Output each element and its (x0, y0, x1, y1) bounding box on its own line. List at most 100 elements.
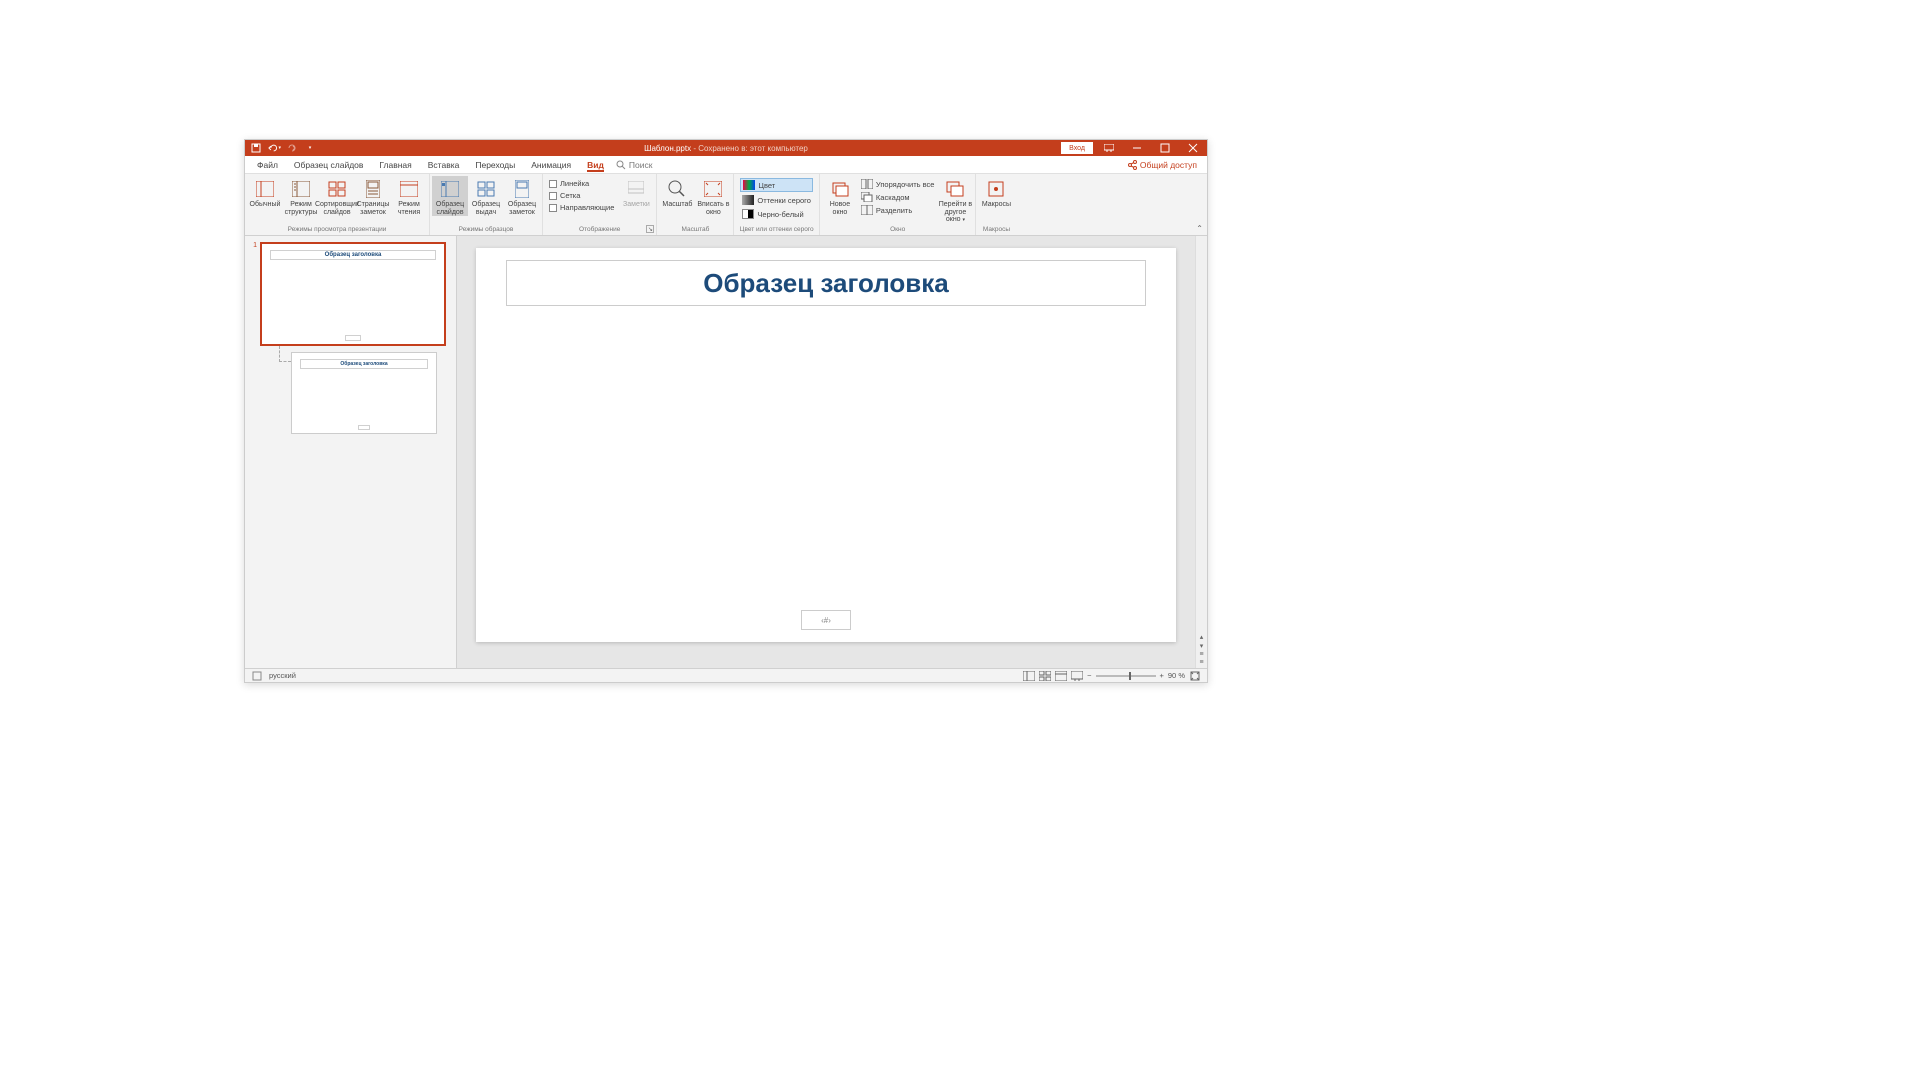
color-mode-button[interactable]: Цвет (740, 178, 813, 192)
ribbon-tabs: Файл Образец слайдов Главная Вставка Пер… (245, 156, 1207, 174)
arrange-all-button[interactable]: Упорядочить все (858, 178, 938, 190)
thumb-pagenum-box (345, 335, 361, 341)
save-icon[interactable] (249, 141, 263, 155)
thumb-title: Образец заголовка (270, 250, 436, 260)
show-dialog-launcher[interactable]: ↘ (646, 225, 654, 233)
tab-slide-master[interactable]: Образец слайдов (286, 156, 372, 173)
zoom-value[interactable]: 90 % (1168, 671, 1185, 680)
grayscale-mode-button[interactable]: Оттенки серого (740, 194, 813, 206)
handout-master-icon (477, 179, 495, 199)
arrange-all-icon (861, 179, 873, 189)
notes-page-icon (366, 179, 380, 199)
master-thumbnail[interactable]: Образец заголовка (260, 242, 446, 346)
cascade-icon (861, 192, 873, 202)
split-button[interactable]: Разделить (858, 204, 938, 216)
normal-view-status-icon[interactable] (1023, 671, 1035, 681)
fit-to-window-status-icon[interactable] (1189, 671, 1201, 681)
slide-editing-area[interactable]: Образец заголовка ‹#› (457, 236, 1195, 668)
sorter-view-status-icon[interactable] (1039, 671, 1051, 681)
search-box[interactable]: Поиск (612, 160, 653, 170)
layout-thumbnail[interactable]: Образец заголовка (291, 352, 437, 434)
ribbon: Обычный Режим структуры Сортировщик слай… (245, 174, 1207, 236)
vertical-scrollbar[interactable]: ▴ ▾ ≡ ≡ (1195, 236, 1207, 668)
next-slide-icon[interactable]: ≡ (1199, 659, 1203, 666)
share-button[interactable]: Общий доступ (1127, 160, 1203, 170)
bw-mode-button[interactable]: Черно-белый (740, 208, 813, 220)
minimize-button[interactable] (1123, 140, 1151, 156)
fit-window-icon (704, 179, 722, 199)
thumb-connector (279, 346, 291, 362)
group-label: Масштаб (659, 225, 731, 235)
thumbnail-panel[interactable]: 1 Образец заголовка Образец заголовка (245, 236, 457, 668)
display-options-icon[interactable] (1095, 140, 1123, 156)
reading-view-button[interactable]: Режим чтения (391, 176, 427, 216)
ruler-checkbox[interactable]: Линейка (549, 179, 614, 188)
prev-slide-icon[interactable]: ≡ (1199, 651, 1203, 658)
status-bar: русский − + 90 % (245, 668, 1207, 682)
tab-insert[interactable]: Вставка (420, 156, 468, 173)
group-label: Отображение (545, 225, 654, 235)
grid-checkbox[interactable]: Сетка (549, 191, 614, 200)
new-window-icon (831, 179, 849, 199)
cascade-button[interactable]: Каскадом (858, 191, 938, 203)
undo-icon[interactable]: ▾ (267, 141, 281, 155)
zoom-icon (668, 179, 686, 199)
slide-sorter-button[interactable]: Сортировщик слайдов (319, 176, 355, 216)
group-zoom: Масштаб Вписать в окно Масштаб (657, 174, 734, 235)
zoom-button[interactable]: Масштаб (659, 176, 695, 209)
search-placeholder: Поиск (629, 160, 653, 170)
handout-master-button[interactable]: Образец выдач (468, 176, 504, 216)
zoom-slider[interactable] (1096, 675, 1156, 677)
tab-view[interactable]: Вид (579, 156, 612, 173)
split-icon (861, 205, 873, 215)
tab-home[interactable]: Главная (371, 156, 419, 173)
spell-check-icon[interactable] (251, 671, 263, 681)
close-button[interactable] (1179, 140, 1207, 156)
tab-animations[interactable]: Анимация (523, 156, 579, 173)
filename: Шаблон.pptx (644, 144, 691, 153)
language-indicator[interactable]: русский (269, 671, 296, 680)
group-window: Новое окно Упорядочить все Каскадом Разд… (820, 174, 977, 235)
work-area: 1 Образец заголовка Образец заголовка Об… (245, 236, 1207, 668)
notes-page-button[interactable]: Страницы заметок (355, 176, 391, 216)
scroll-down-icon[interactable]: ▾ (1200, 642, 1204, 650)
tab-transitions[interactable]: Переходы (467, 156, 523, 173)
tab-file[interactable]: Файл (249, 156, 286, 173)
group-label: Режимы образцов (432, 225, 540, 235)
title-placeholder-text: Образец заголовка (703, 268, 948, 299)
notes-icon (628, 179, 644, 199)
switch-window-button[interactable]: Перейти в другое окно ▾ (937, 176, 973, 224)
reading-view-status-icon[interactable] (1055, 671, 1067, 681)
slide-canvas[interactable]: Образец заголовка ‹#› (476, 248, 1176, 642)
zoom-in-button[interactable]: + (1160, 671, 1164, 680)
group-master-views: Образец слайдов Образец выдач Образец за… (430, 174, 543, 235)
title-bar: ▾ ▾ Шаблон.pptx - Сохранено в: этот комп… (245, 140, 1207, 156)
fit-window-button[interactable]: Вписать в окно (695, 176, 731, 216)
saved-location: - Сохранено в: этот компьютер (691, 144, 808, 153)
outline-view-icon (292, 179, 310, 199)
zoom-out-button[interactable]: − (1087, 671, 1091, 680)
login-button[interactable]: Вход (1061, 142, 1093, 154)
scroll-up-icon[interactable]: ▴ (1200, 633, 1204, 641)
macros-button[interactable]: Макросы (978, 176, 1014, 209)
redo-icon[interactable] (285, 141, 299, 155)
macros-icon (987, 179, 1005, 199)
new-window-button[interactable]: Новое окно (822, 176, 858, 216)
slide-master-button[interactable]: Образец слайдов (432, 176, 468, 216)
page-number-placeholder[interactable]: ‹#› (801, 610, 851, 630)
outline-view-button[interactable]: Режим структуры (283, 176, 319, 216)
switch-window-icon (946, 179, 964, 199)
guides-checkbox[interactable]: Направляющие (549, 203, 614, 212)
title-placeholder[interactable]: Образец заголовка (506, 260, 1146, 306)
group-label: Режимы просмотра презентации (247, 225, 427, 235)
group-presentation-views: Обычный Режим структуры Сортировщик слай… (245, 174, 430, 235)
notes-master-icon (515, 179, 529, 199)
normal-view-button[interactable]: Обычный (247, 176, 283, 209)
group-color: Цвет Оттенки серого Черно-белый Цвет или… (734, 174, 820, 235)
notes-button[interactable]: Заметки (618, 176, 654, 209)
maximize-button[interactable] (1151, 140, 1179, 156)
slideshow-status-icon[interactable] (1071, 671, 1083, 681)
qat-customize-icon[interactable]: ▾ (303, 141, 317, 155)
collapse-ribbon-icon[interactable]: ⌃ (1196, 224, 1203, 233)
notes-master-button[interactable]: Образец заметок (504, 176, 540, 216)
